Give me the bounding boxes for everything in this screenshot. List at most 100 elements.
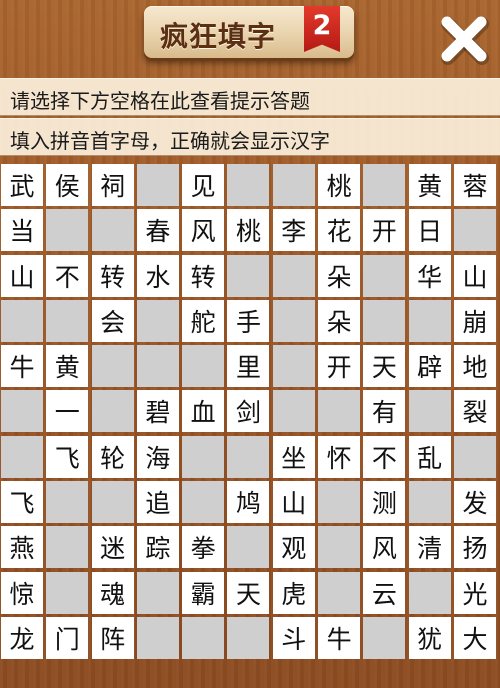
grid-cell[interactable]: 犹 (408, 616, 451, 659)
blocked-cell (453, 209, 496, 252)
grid-cell[interactable]: 光 (453, 571, 496, 614)
grid-cell[interactable]: 阵 (91, 616, 134, 659)
grid-cell[interactable]: 水 (136, 254, 179, 297)
grid-cell[interactable]: 斗 (272, 616, 315, 659)
blocked-cell (318, 571, 361, 614)
grid-cell[interactable]: 桃 (318, 164, 361, 206)
grid-cell[interactable]: 黄 (408, 164, 451, 206)
close-button[interactable] (437, 12, 491, 66)
grid-cell[interactable]: 手 (227, 299, 270, 342)
grid-cell[interactable]: 祠 (91, 164, 134, 206)
grid-cell[interactable]: 山 (1, 254, 43, 297)
blocked-cell (1, 299, 43, 342)
blocked-cell (227, 164, 270, 206)
grid-cell[interactable]: 风 (182, 209, 225, 252)
blocked-cell (136, 345, 179, 388)
grid-cell[interactable]: 追 (136, 481, 179, 524)
grid-cell[interactable]: 扬 (453, 526, 496, 569)
grid-cell[interactable]: 碧 (136, 390, 179, 433)
grid-cell[interactable]: 鸠 (227, 481, 270, 524)
grid-cell[interactable]: 发 (453, 481, 496, 524)
grid-cell[interactable]: 黄 (46, 345, 89, 388)
grid-cell[interactable]: 蓉 (453, 164, 496, 206)
grid-cell[interactable]: 魂 (91, 571, 134, 614)
grid-cell[interactable]: 飞 (46, 435, 89, 478)
blocked-cell (408, 481, 451, 524)
grid-cell[interactable]: 牛 (1, 345, 43, 388)
blocked-cell (318, 526, 361, 569)
grid-cell[interactable]: 转 (182, 254, 225, 297)
blocked-cell (91, 209, 134, 252)
grid-cell[interactable]: 虎 (272, 571, 315, 614)
grid-cell[interactable]: 山 (453, 254, 496, 297)
grid-cell[interactable]: 华 (408, 254, 451, 297)
grid-cell[interactable]: 开 (363, 209, 406, 252)
grid-cell[interactable]: 崩 (453, 299, 496, 342)
grid-cell[interactable]: 武 (1, 164, 43, 206)
grid-cell[interactable]: 燕 (1, 526, 43, 569)
grid-cell[interactable]: 天 (363, 345, 406, 388)
blocked-cell (136, 616, 179, 659)
grid-cell[interactable]: 清 (408, 526, 451, 569)
grid-cell[interactable]: 测 (363, 481, 406, 524)
grid-cell[interactable]: 海 (136, 435, 179, 478)
grid-cell[interactable]: 地 (453, 345, 496, 388)
grid-cell[interactable]: 血 (182, 390, 225, 433)
grid-cell[interactable]: 当 (1, 209, 43, 252)
blocked-cell (272, 164, 315, 206)
blocked-cell (272, 254, 315, 297)
title-plaque: 疯狂填字 2 (144, 6, 354, 58)
grid-cell[interactable]: 舵 (182, 299, 225, 342)
grid-cell[interactable]: 迷 (91, 526, 134, 569)
grid-cell[interactable]: 日 (408, 209, 451, 252)
grid-cell[interactable]: 牛 (318, 616, 361, 659)
blocked-cell (46, 481, 89, 524)
grid-cell[interactable]: 风 (363, 526, 406, 569)
grid-cell[interactable]: 朵 (318, 254, 361, 297)
blocked-cell (363, 299, 406, 342)
blocked-cell (136, 299, 179, 342)
grid-cell[interactable]: 侯 (46, 164, 89, 206)
grid-cell[interactable]: 云 (363, 571, 406, 614)
grid-cell[interactable]: 霸 (182, 571, 225, 614)
grid-cell[interactable]: 桃 (227, 209, 270, 252)
close-icon (441, 16, 489, 65)
grid-cell[interactable]: 转 (91, 254, 134, 297)
grid-cell[interactable]: 花 (318, 209, 361, 252)
grid-cell[interactable]: 龙 (1, 616, 43, 659)
blocked-cell (318, 390, 361, 433)
grid-cell[interactable]: 大 (453, 616, 496, 659)
grid-cell[interactable]: 不 (363, 435, 406, 478)
grid-cell[interactable]: 惊 (1, 571, 43, 614)
grid-cell[interactable]: 有 (363, 390, 406, 433)
grid-cell[interactable]: 门 (46, 616, 89, 659)
grid-cell[interactable]: 朵 (318, 299, 361, 342)
grid-cell[interactable]: 李 (272, 209, 315, 252)
grid-cell[interactable]: 观 (272, 526, 315, 569)
grid-cell[interactable]: 不 (46, 254, 89, 297)
grid-cell[interactable]: 轮 (91, 435, 134, 478)
grid-cell[interactable]: 踪 (136, 526, 179, 569)
grid-cell[interactable]: 裂 (453, 390, 496, 433)
grid-cell[interactable]: 剑 (227, 390, 270, 433)
grid-cell[interactable]: 坐 (272, 435, 315, 478)
blocked-cell (46, 209, 89, 252)
grid-cell[interactable]: 拳 (182, 526, 225, 569)
grid-cell[interactable]: 天 (227, 571, 270, 614)
blocked-cell (318, 481, 361, 524)
grid-cell[interactable]: 山 (272, 481, 315, 524)
grid-cell[interactable]: 一 (46, 390, 89, 433)
hint-text-2: 填入拼音首字母，正确就会显示汉字 (10, 129, 330, 153)
grid-cell[interactable]: 春 (136, 209, 179, 252)
level-badge: 2 (304, 6, 340, 52)
grid-cell[interactable]: 乱 (408, 435, 451, 478)
grid-cell[interactable]: 怀 (318, 435, 361, 478)
grid-cell[interactable]: 飞 (1, 481, 43, 524)
blocked-cell (272, 345, 315, 388)
grid-cell[interactable]: 会 (91, 299, 134, 342)
grid-cell[interactable]: 见 (182, 164, 225, 206)
grid-cell[interactable]: 开 (318, 345, 361, 388)
grid-cell[interactable]: 辟 (408, 345, 451, 388)
grid-cell[interactable]: 里 (227, 345, 270, 388)
blocked-cell (363, 164, 406, 206)
